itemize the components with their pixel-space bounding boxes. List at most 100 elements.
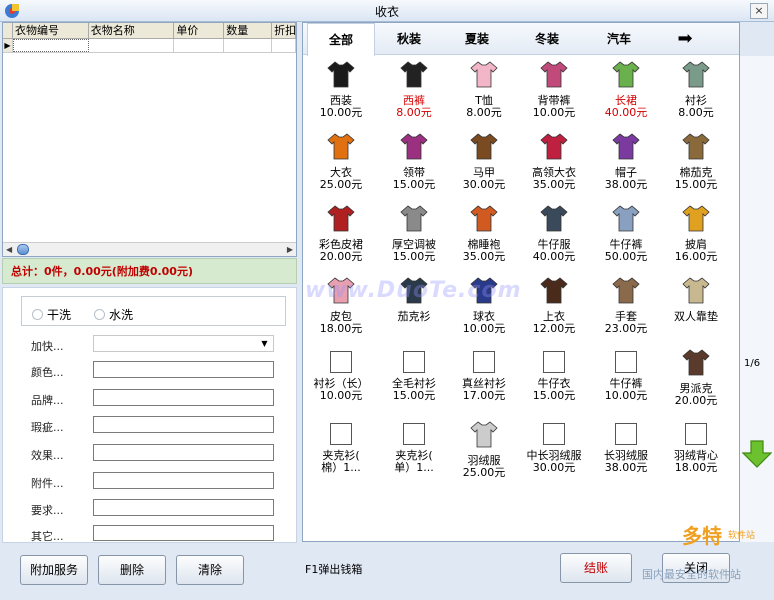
garment-item[interactable]: 羽绒服 25.00元 bbox=[448, 419, 520, 493]
accessory-field[interactable] bbox=[93, 472, 274, 489]
shawl-icon bbox=[682, 205, 710, 232]
radio-label: 水洗 bbox=[109, 308, 134, 322]
placeholder-image-icon bbox=[330, 423, 352, 445]
field-label-accessory: 附件... bbox=[31, 477, 64, 490]
grid-cell[interactable] bbox=[12, 39, 89, 52]
scroll-right-icon[interactable]: ▶ bbox=[287, 245, 293, 254]
item-price: 38.00元 bbox=[604, 461, 648, 474]
garment-item[interactable]: 披肩 16.00元 bbox=[660, 203, 732, 277]
placeholder-image-icon bbox=[403, 423, 425, 445]
tab-autumn[interactable]: 秋装 bbox=[375, 23, 443, 55]
garment-item[interactable]: 大衣 25.00元 bbox=[305, 131, 377, 205]
watermark-text: www.DuoTe.com bbox=[305, 278, 522, 303]
defect-field[interactable] bbox=[93, 416, 274, 433]
delete-button[interactable]: 删除 bbox=[98, 555, 166, 585]
garment-item[interactable]: 牛仔裤 10.00元 bbox=[590, 347, 662, 421]
next-page-arrow-icon[interactable] bbox=[742, 440, 772, 468]
grid-cell[interactable] bbox=[224, 39, 273, 52]
tab-winter[interactable]: 冬装 bbox=[513, 23, 581, 55]
dropdown-arrow-icon[interactable]: ▼ bbox=[258, 337, 271, 350]
request-field[interactable] bbox=[93, 499, 274, 516]
other-field[interactable] bbox=[93, 525, 274, 541]
tab-all[interactable]: 全部 bbox=[307, 23, 375, 56]
garment-item[interactable]: 手套 23.00元 bbox=[590, 275, 662, 349]
garment-item[interactable]: 棉茄克 15.00元 bbox=[660, 131, 732, 205]
item-price: 15.00元 bbox=[392, 250, 436, 263]
garment-item[interactable]: 帽子 38.00元 bbox=[590, 131, 662, 205]
garment-item[interactable]: 牛仔衣 15.00元 bbox=[518, 347, 590, 421]
garment-item[interactable]: 羽绒背心 18.00元 bbox=[660, 419, 732, 493]
vest-icon bbox=[470, 133, 498, 160]
parka-icon bbox=[682, 349, 710, 376]
garment-item[interactable]: 棉睡袍 35.00元 bbox=[448, 203, 520, 277]
garment-item[interactable]: T恤 8.00元 bbox=[448, 59, 520, 133]
garment-item[interactable]: 厚空调被 15.00元 bbox=[378, 203, 450, 277]
item-price: 25.00元 bbox=[462, 466, 506, 479]
field-label-defect: 瑕疵... bbox=[31, 421, 64, 434]
garment-item[interactable]: 衬衫 8.00元 bbox=[660, 59, 732, 133]
next-tab-arrow-icon[interactable]: ➡ bbox=[673, 27, 697, 51]
garment-item[interactable]: 男派克 20.00元 bbox=[660, 347, 732, 421]
garment-item[interactable]: 夹克衫(单）1... bbox=[378, 419, 450, 493]
garment-item[interactable]: 中长羽绒服 30.00元 bbox=[518, 419, 590, 493]
radio-water-wash[interactable]: 水洗 bbox=[94, 306, 133, 323]
hat-icon bbox=[612, 133, 640, 160]
garment-item[interactable]: 领带 15.00元 bbox=[378, 131, 450, 205]
item-price: 10.00元 bbox=[319, 389, 363, 402]
leather-skirt-icon bbox=[327, 205, 355, 232]
padded-jacket-icon bbox=[682, 133, 710, 160]
col-header-id[interactable]: 衣物编号 bbox=[13, 23, 89, 38]
col-header-discount[interactable]: 折扣 bbox=[272, 23, 296, 38]
item-price: 23.00元 bbox=[604, 322, 648, 335]
garment-item[interactable]: 上衣 12.00元 bbox=[518, 275, 590, 349]
garment-item[interactable]: 真丝衬衫 17.00元 bbox=[448, 347, 520, 421]
item-price: 20.00元 bbox=[319, 250, 363, 263]
effect-field[interactable] bbox=[93, 444, 274, 461]
logo-tagline: 国内最安全的软件站 bbox=[642, 568, 741, 581]
garment-item[interactable]: 长裙 40.00元 bbox=[590, 59, 662, 133]
speed-select[interactable]: ▼ bbox=[93, 335, 274, 352]
scroll-thumb[interactable] bbox=[17, 244, 29, 255]
clear-button[interactable]: 清除 bbox=[176, 555, 244, 585]
radio-circle-icon[interactable] bbox=[32, 309, 43, 320]
garment-item[interactable]: 牛仔裤 50.00元 bbox=[590, 203, 662, 277]
placeholder-image-icon bbox=[473, 351, 495, 373]
grid-cell[interactable] bbox=[89, 39, 175, 52]
scroll-left-icon[interactable]: ◀ bbox=[6, 245, 12, 254]
field-label-effect: 效果... bbox=[31, 449, 64, 462]
table-row[interactable]: ▶ bbox=[3, 39, 296, 53]
tab-summer[interactable]: 夏装 bbox=[443, 23, 511, 55]
close-window-button[interactable]: × bbox=[750, 3, 768, 19]
item-price: 15.00元 bbox=[674, 178, 718, 191]
tab-car[interactable]: 汽车 bbox=[585, 23, 653, 55]
garment-item[interactable]: 牛仔服 40.00元 bbox=[518, 203, 590, 277]
placeholder-image-icon bbox=[403, 351, 425, 373]
radio-circle-icon[interactable] bbox=[94, 309, 105, 320]
radio-dry-clean[interactable]: 干洗 bbox=[32, 306, 71, 323]
checkout-button[interactable]: 结账 bbox=[560, 553, 632, 583]
col-header-qty[interactable]: 数量 bbox=[224, 23, 273, 38]
placeholder-image-icon bbox=[330, 351, 352, 373]
col-header-name[interactable]: 衣物名称 bbox=[89, 23, 175, 38]
garment-item[interactable]: 夹克衫(棉）1... bbox=[305, 419, 377, 493]
garment-item[interactable]: 长羽绒服 38.00元 bbox=[590, 419, 662, 493]
garment-item[interactable]: 全毛衬衫 15.00元 bbox=[378, 347, 450, 421]
grid-cell[interactable] bbox=[174, 39, 225, 52]
grid-cell[interactable] bbox=[272, 39, 296, 52]
garment-item[interactable]: 西装 10.00元 bbox=[305, 59, 377, 133]
garment-item[interactable]: 彩色皮裙 20.00元 bbox=[305, 203, 377, 277]
brand-field[interactable] bbox=[93, 389, 274, 406]
color-field[interactable] bbox=[93, 361, 274, 378]
garment-item[interactable]: 西裤 8.00元 bbox=[378, 59, 450, 133]
item-price: 15.00元 bbox=[392, 178, 436, 191]
col-header-price[interactable]: 单价 bbox=[174, 23, 225, 38]
garment-item[interactable]: 双人靠垫 bbox=[660, 275, 732, 349]
garment-item[interactable]: 高领大衣 35.00元 bbox=[518, 131, 590, 205]
shirt-icon bbox=[682, 61, 710, 88]
item-price: 18.00元 bbox=[674, 461, 718, 474]
garment-item[interactable]: 衬衫（长） 10.00元 bbox=[305, 347, 377, 421]
garment-item[interactable]: 马甲 30.00元 bbox=[448, 131, 520, 205]
extra-service-button[interactable]: 附加服务 bbox=[20, 555, 88, 585]
horizontal-scrollbar[interactable]: ◀ ▶ bbox=[3, 242, 296, 256]
garment-item[interactable]: 背带裤 10.00元 bbox=[518, 59, 590, 133]
